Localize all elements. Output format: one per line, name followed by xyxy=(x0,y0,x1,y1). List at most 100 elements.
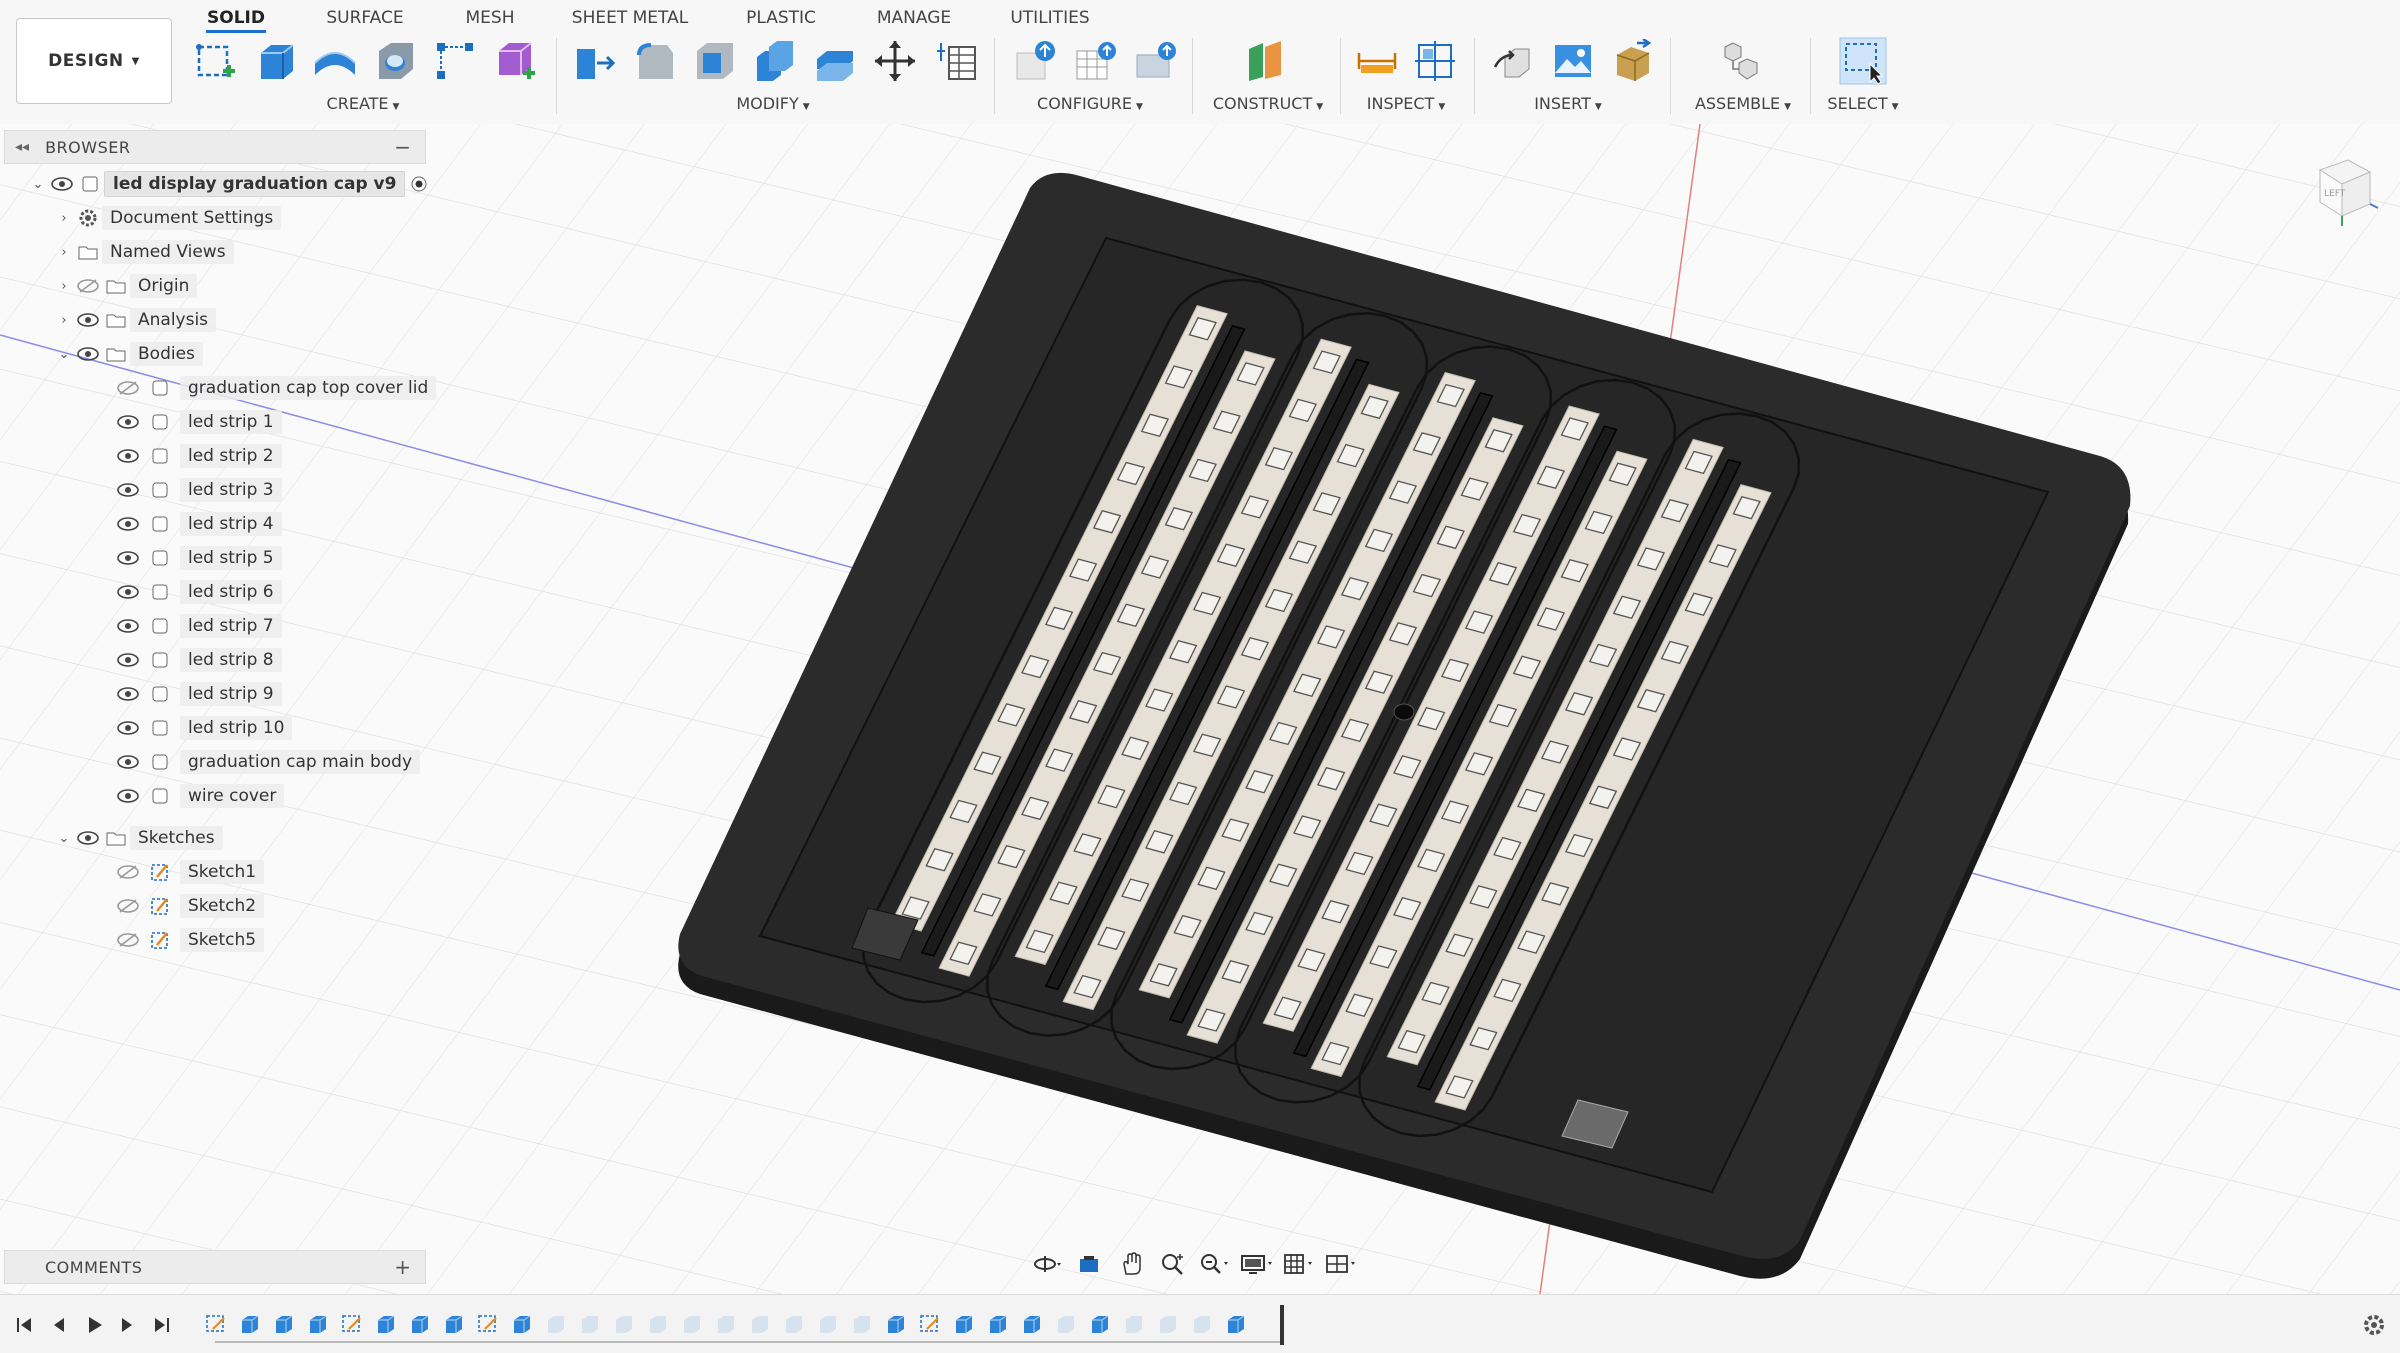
chevron-down-icon[interactable]: ⌄ xyxy=(54,347,74,362)
assemble-menu[interactable]: ASSEMBLE ▼ xyxy=(1688,94,1798,113)
tree-item-document-settings[interactable]: › Document Settings xyxy=(54,204,282,232)
fit-zoom-icon[interactable] xyxy=(1198,1250,1232,1278)
eye-icon[interactable] xyxy=(114,680,142,708)
new-component-icon[interactable] xyxy=(1716,36,1766,86)
tree-item-body[interactable]: led strip 2 xyxy=(114,442,282,470)
eye-icon[interactable] xyxy=(114,646,142,674)
timeline-feature-icon[interactable] xyxy=(1156,1313,1180,1335)
chevron-right-icon[interactable]: › xyxy=(54,313,74,328)
tree-item-body[interactable]: led strip 3 xyxy=(114,476,282,504)
eye-icon[interactable] xyxy=(114,544,142,572)
timeline-feature-icon[interactable] xyxy=(1122,1313,1146,1335)
tree-item-body[interactable]: graduation cap top cover lid xyxy=(114,374,437,402)
timeline-feature-icon[interactable] xyxy=(646,1313,670,1335)
tree-item-body[interactable]: led strip 7 xyxy=(114,612,282,640)
timeline-feature-icon[interactable] xyxy=(578,1313,602,1335)
chevron-down-icon[interactable]: ⌄ xyxy=(28,177,48,192)
eye-icon[interactable] xyxy=(114,714,142,742)
combine-icon[interactable] xyxy=(750,36,800,86)
timeline-feature-icon[interactable] xyxy=(544,1313,568,1335)
create-form-icon[interactable] xyxy=(490,36,540,86)
grid-settings-icon[interactable] xyxy=(1282,1250,1316,1278)
tab-mesh[interactable]: MESH xyxy=(460,6,520,30)
tree-item-sketches[interactable]: ⌄ Sketches xyxy=(54,824,223,852)
timeline-sketch-icon[interactable] xyxy=(340,1313,364,1335)
eye-icon[interactable] xyxy=(114,442,142,470)
tree-item-body[interactable]: led strip 9 xyxy=(114,680,282,708)
tab-manage[interactable]: MANAGE xyxy=(872,6,956,30)
tree-item-body[interactable]: led strip 5 xyxy=(114,544,282,572)
eye-icon[interactable] xyxy=(74,824,102,852)
eye-hidden-icon[interactable] xyxy=(114,926,142,954)
construct-menu[interactable]: CONSTRUCT ▼ xyxy=(1208,94,1328,113)
timeline-feature-icon[interactable] xyxy=(680,1313,704,1335)
timeline-feature-icon[interactable] xyxy=(1054,1313,1078,1335)
eye-icon[interactable] xyxy=(114,782,142,810)
tree-item-body[interactable]: led strip 1 xyxy=(114,408,282,436)
step-back-icon[interactable] xyxy=(46,1313,70,1337)
timeline-feature-icon[interactable] xyxy=(952,1313,976,1335)
timeline-feature-icon[interactable] xyxy=(714,1313,738,1335)
eye-icon[interactable] xyxy=(48,170,76,198)
timeline-feature-icon[interactable] xyxy=(782,1313,806,1335)
offset-plane-icon[interactable] xyxy=(1240,36,1290,86)
timeline-feature-icon[interactable] xyxy=(1190,1313,1214,1335)
configure-insert-icon[interactable] xyxy=(1130,36,1180,86)
tree-root[interactable]: ⌄ led display graduation cap v9 xyxy=(28,170,433,198)
select-window-icon[interactable] xyxy=(1838,36,1888,86)
tree-item-sketch[interactable]: Sketch1 xyxy=(114,858,265,886)
tree-item-sketch[interactable]: Sketch2 xyxy=(114,892,265,920)
timeline-feature-icon[interactable] xyxy=(986,1313,1010,1335)
eye-hidden-icon[interactable] xyxy=(114,892,142,920)
collapse-panel-icon[interactable]: ◂◂ xyxy=(15,139,29,155)
comments-panel[interactable]: COMMENTS + xyxy=(4,1250,426,1284)
eye-icon[interactable] xyxy=(74,340,102,368)
timeline-feature-icon[interactable] xyxy=(374,1313,398,1335)
chevron-right-icon[interactable]: › xyxy=(54,279,74,294)
timeline-feature-icon[interactable] xyxy=(850,1313,874,1335)
section-analysis-icon[interactable] xyxy=(1410,36,1460,86)
active-radio-icon[interactable] xyxy=(405,170,433,198)
eye-hidden-icon[interactable] xyxy=(74,272,102,300)
eye-icon[interactable] xyxy=(114,748,142,776)
insert-mesh-icon[interactable] xyxy=(1608,36,1658,86)
step-forward-icon[interactable] xyxy=(116,1313,140,1337)
configure-table-icon[interactable] xyxy=(1010,36,1060,86)
revolve-icon[interactable] xyxy=(310,36,360,86)
insert-menu[interactable]: INSERT ▼ xyxy=(1518,94,1618,113)
eye-icon[interactable] xyxy=(114,578,142,606)
tab-sheet-metal[interactable]: SHEET METAL xyxy=(568,6,692,30)
inspect-menu[interactable]: INSPECT ▼ xyxy=(1356,94,1456,113)
change-parameters-icon[interactable] xyxy=(932,36,982,86)
timeline-sketch-icon[interactable] xyxy=(204,1313,228,1335)
go-to-end-icon[interactable] xyxy=(150,1313,174,1337)
timeline-feature-icon[interactable] xyxy=(510,1313,534,1335)
tree-item-bodies[interactable]: ⌄ Bodies xyxy=(54,340,203,368)
hole-icon[interactable] xyxy=(370,36,420,86)
workspace-switcher[interactable]: DESIGN ▼ xyxy=(16,18,172,104)
shell-icon[interactable] xyxy=(690,36,740,86)
tree-item-body[interactable]: led strip 6 xyxy=(114,578,282,606)
select-menu[interactable]: SELECT ▼ xyxy=(1818,94,1908,113)
insert-derive-icon[interactable] xyxy=(1488,36,1538,86)
eye-hidden-icon[interactable] xyxy=(114,858,142,886)
timeline-feature-icon[interactable] xyxy=(1088,1313,1112,1335)
tree-item-body[interactable]: led strip 4 xyxy=(114,510,282,538)
timeline-feature-icon[interactable] xyxy=(816,1313,840,1335)
create-sketch-icon[interactable] xyxy=(190,36,240,86)
add-comment-icon[interactable]: + xyxy=(394,1255,411,1279)
timeline-feature-icon[interactable] xyxy=(884,1313,908,1335)
zoom-icon[interactable] xyxy=(1156,1250,1190,1278)
configure-rows-icon[interactable] xyxy=(1070,36,1120,86)
configure-menu[interactable]: CONFIGURE ▼ xyxy=(1030,94,1150,113)
timeline-feature-icon[interactable] xyxy=(748,1313,772,1335)
tab-plastic[interactable]: PLASTIC xyxy=(740,6,822,30)
move-copy-icon[interactable] xyxy=(870,36,920,86)
display-settings-icon[interactable] xyxy=(1240,1250,1274,1278)
tree-item-sketch[interactable]: Sketch5 xyxy=(114,926,265,954)
tab-surface[interactable]: SURFACE xyxy=(320,6,410,30)
timeline-feature-icon[interactable] xyxy=(306,1313,330,1335)
chevron-down-icon[interactable]: ⌄ xyxy=(54,831,74,846)
measure-icon[interactable] xyxy=(1352,36,1402,86)
tab-solid[interactable]: SOLID xyxy=(206,6,266,33)
